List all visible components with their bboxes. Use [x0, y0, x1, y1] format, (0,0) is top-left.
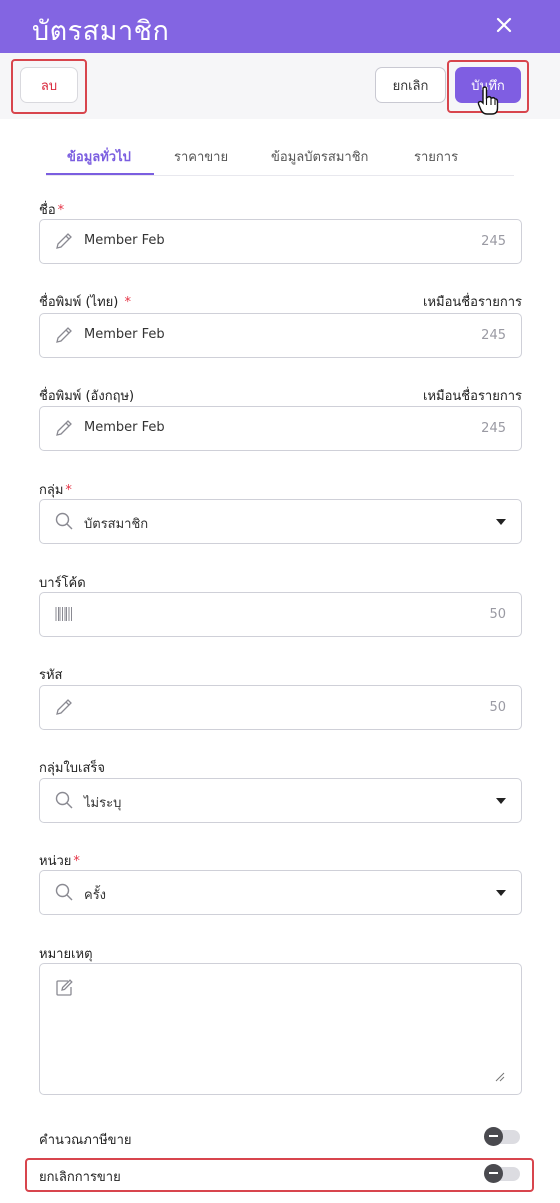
- search-icon: [55, 883, 73, 901]
- print-name-en-counter: 245: [481, 421, 506, 436]
- print-name-en-label: ชื่อพิมพ์ (อังกฤษ): [39, 389, 135, 404]
- name-field[interactable]: Member Feb 245: [39, 219, 522, 264]
- code-label: รหัส: [39, 668, 63, 683]
- close-icon[interactable]: [491, 11, 517, 39]
- dialog-title: บัตรสมาชิก: [32, 16, 170, 47]
- hand-cursor-icon: [477, 86, 499, 116]
- barcode-counter: 50: [489, 607, 506, 622]
- toggle-knob: [484, 1164, 503, 1183]
- receipt-group-value: ไม่ระบุ: [84, 796, 122, 811]
- group-value: บัตรสมาชิก: [84, 517, 149, 532]
- delete-button[interactable]: ลบ: [20, 67, 78, 103]
- name-value: Member Feb: [84, 233, 165, 248]
- print-name-en-value: Member Feb: [84, 420, 165, 435]
- search-icon: [55, 791, 73, 809]
- cancel-button[interactable]: ยกเลิก: [375, 67, 446, 103]
- receipt-group-select[interactable]: ไม่ระบุ: [39, 778, 522, 823]
- active-tab-indicator: [46, 173, 154, 175]
- calc-tax-toggle[interactable]: [484, 1127, 520, 1146]
- name-counter: 245: [481, 234, 506, 249]
- pencil-icon: [56, 327, 72, 343]
- pencil-icon: [56, 699, 72, 715]
- dialog-header: บัตรสมาชิก: [0, 0, 560, 53]
- barcode-label: บาร์โค้ด: [39, 576, 86, 591]
- pencil-icon: [56, 420, 72, 436]
- resize-handle-icon[interactable]: [495, 1072, 505, 1082]
- edit-note-icon: [56, 979, 73, 996]
- barcode-icon: [55, 607, 72, 621]
- note-textarea[interactable]: [39, 963, 522, 1095]
- same-as-item-name-link-en[interactable]: เหมือนชื่อรายการ: [423, 385, 522, 406]
- barcode-field[interactable]: 50: [39, 592, 522, 637]
- tab-member-card-info[interactable]: ข้อมูลบัตรสมาชิก: [271, 146, 368, 167]
- print-name-en-field[interactable]: Member Feb 245: [39, 406, 522, 451]
- unit-select[interactable]: ครั้ง: [39, 870, 522, 915]
- search-icon: [55, 512, 73, 530]
- code-field[interactable]: 50: [39, 685, 522, 730]
- receipt-group-label: กลุ่มใบเสร็จ: [39, 761, 105, 776]
- tab-selling-price[interactable]: ราคาขาย: [174, 146, 228, 167]
- tab-items[interactable]: รายการ: [414, 146, 458, 167]
- group-label: กลุ่ม *: [39, 483, 72, 498]
- pencil-icon: [56, 233, 72, 249]
- cancel-sale-toggle[interactable]: [484, 1164, 520, 1183]
- toggle-knob: [484, 1127, 503, 1146]
- chevron-down-icon[interactable]: [496, 890, 506, 896]
- unit-label: หน่วย *: [39, 854, 80, 869]
- print-name-th-field[interactable]: Member Feb 245: [39, 313, 522, 358]
- cancel-sale-label: ยกเลิกการขาย: [39, 1170, 121, 1185]
- code-counter: 50: [489, 700, 506, 715]
- unit-value: ครั้ง: [84, 888, 107, 903]
- print-name-th-counter: 245: [481, 328, 506, 343]
- chevron-down-icon[interactable]: [496, 798, 506, 804]
- print-name-th-value: Member Feb: [84, 327, 165, 342]
- tab-general[interactable]: ข้อมูลทั่วไป: [67, 146, 131, 167]
- same-as-item-name-link-th[interactable]: เหมือนชื่อรายการ: [423, 291, 522, 312]
- calc-tax-label: คำนวณภาษีขาย: [39, 1133, 132, 1148]
- name-label: ชื่อ *: [39, 203, 65, 218]
- chevron-down-icon[interactable]: [496, 519, 506, 525]
- print-name-th-label: ชื่อพิมพ์ (ไทย) *: [39, 295, 131, 310]
- note-label: หมายเหตุ: [39, 947, 93, 962]
- tab-bar: ข้อมูลทั่วไป ราคาขาย ข้อมูลบัตรสมาชิก รา…: [46, 132, 514, 176]
- group-select[interactable]: บัตรสมาชิก: [39, 499, 522, 544]
